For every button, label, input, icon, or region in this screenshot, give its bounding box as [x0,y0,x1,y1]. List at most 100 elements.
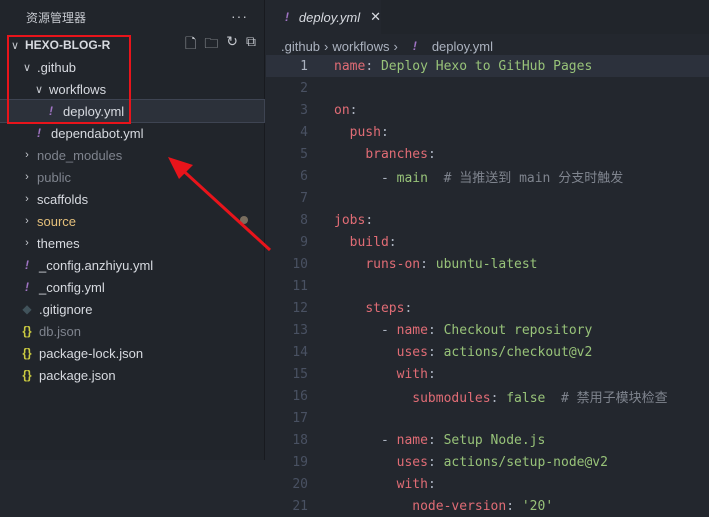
breadcrumb-item[interactable]: .github [281,39,320,54]
code-line: 16 submodules: false # 禁用子模块检查 [266,385,709,407]
chevron-right-icon: › [25,215,29,227]
breadcrumb-item[interactable]: workflows [332,39,389,54]
item-label: themes [37,235,80,251]
breadcrumb-item[interactable]: deploy.yml [432,39,493,54]
code-token: submodules [412,390,491,406]
json-file-icon: {} [22,346,32,360]
line-number: 2 [300,80,308,96]
line-number: 15 [292,366,308,382]
item-label: dependabot.yml [51,125,144,141]
code-token: # 禁用子模块检查 [545,390,668,406]
code-line: 9 build: [266,231,709,253]
close-icon[interactable]: ✕ [370,9,381,25]
code-token: : [427,344,444,360]
code-token: : [388,234,397,250]
collapse-all-icon[interactable]: ⧉ [246,33,256,57]
code-token: : [490,390,507,406]
code-line: 14 uses: actions/checkout@v2 [266,341,709,363]
code-token: actions/setup-node@v2 [443,454,608,470]
code-line: 17 [266,407,709,429]
new-folder-icon[interactable]: 🗀 [204,33,218,57]
code-token: with [396,366,428,382]
code-token: push [349,124,381,140]
line-number: 14 [292,344,308,360]
code-token: uses [396,344,428,360]
code-line: 3 on: [266,99,709,121]
code-token: node-version [412,498,507,514]
code-token: # 当推送到 main 分支时触发 [427,170,624,186]
yaml-file-icon: ! [412,39,417,53]
line-number: 16 [292,388,308,404]
code-token: with [396,476,428,492]
file-item[interactable]: ◆ .gitignore [0,298,264,320]
file-item[interactable]: ! _config.anzhiyu.yml [0,254,264,276]
code-line: 19 uses: actions/setup-node@v2 [266,451,709,473]
item-label: .gitignore [39,301,93,317]
chevron-right-icon: › [324,38,329,54]
code-token: : [506,498,522,514]
file-item[interactable]: {} package-lock.json [0,342,264,364]
code-token: - [334,432,397,448]
new-file-icon[interactable]: 🗋 [185,33,196,57]
code-token: jobs [334,212,366,228]
code-token: '20' [521,498,554,514]
code-token: : [427,476,436,492]
file-item[interactable]: {} package.json [0,364,264,386]
line-number: 20 [292,476,308,492]
code-token: : [420,256,436,272]
line-number: 3 [300,102,308,118]
line-number: 5 [300,146,308,162]
line-number: 6 [300,168,308,184]
yaml-file-icon: ! [284,10,289,24]
code-line: 12 steps: [266,297,709,319]
line-number: 17 [292,410,308,426]
file-item[interactable]: ! _config.yml [0,276,264,298]
file-item[interactable]: {} db.json [0,320,264,342]
code-line: 20 with: [266,473,709,495]
line-number: 18 [292,432,308,448]
git-file-icon: ◆ [22,302,32,316]
more-actions-button[interactable]: ··· [231,8,248,24]
code-token: actions/checkout@v2 [443,344,593,360]
code-line: 7 [266,187,709,209]
code-token: : [365,212,374,228]
code-line: 2 [266,77,709,99]
refresh-icon[interactable]: ↻ [226,33,238,57]
tab-deploy-yml[interactable]: ! deploy.yml ✕ [266,0,381,34]
yml-file-icon: ! [25,258,29,272]
code-token: : [427,432,444,448]
line-number: 19 [292,454,308,470]
file-item[interactable]: ! dependabot.yml [0,122,264,144]
code-line: 6 - main # 当推送到 main 分支时触发 [266,165,709,187]
item-label: db.json [39,323,81,339]
item-label: _config.yml [39,279,105,295]
line-number: 1 [300,58,308,74]
highlight-annotation-box [7,35,131,124]
code-line: 8 jobs: [266,209,709,231]
code-line: 5 branches: [266,143,709,165]
item-label: public [37,169,71,185]
code-token: Checkout repository [443,322,593,338]
chevron-right-icon: › [25,193,29,205]
code-token: : [427,454,444,470]
line-number: 21 [292,498,308,514]
item-label: node_modules [37,147,123,163]
code-token: steps [365,300,405,316]
explorer-title: 资源管理器 [26,10,87,25]
line-number: 10 [292,256,308,272]
code-line: 21 node-version: '20' [266,495,709,517]
code-token: : [427,366,436,382]
code-line: 4 push: [266,121,709,143]
code-line: 18 - name: Setup Node.js [266,429,709,451]
code-token: name [396,322,428,338]
code-editor[interactable]: 1 name: Deploy Hexo to GitHub Pages 2 3 on: 4… [266,55,709,517]
red-arrow-annotation [168,157,272,252]
code-line: 11 [266,275,709,297]
